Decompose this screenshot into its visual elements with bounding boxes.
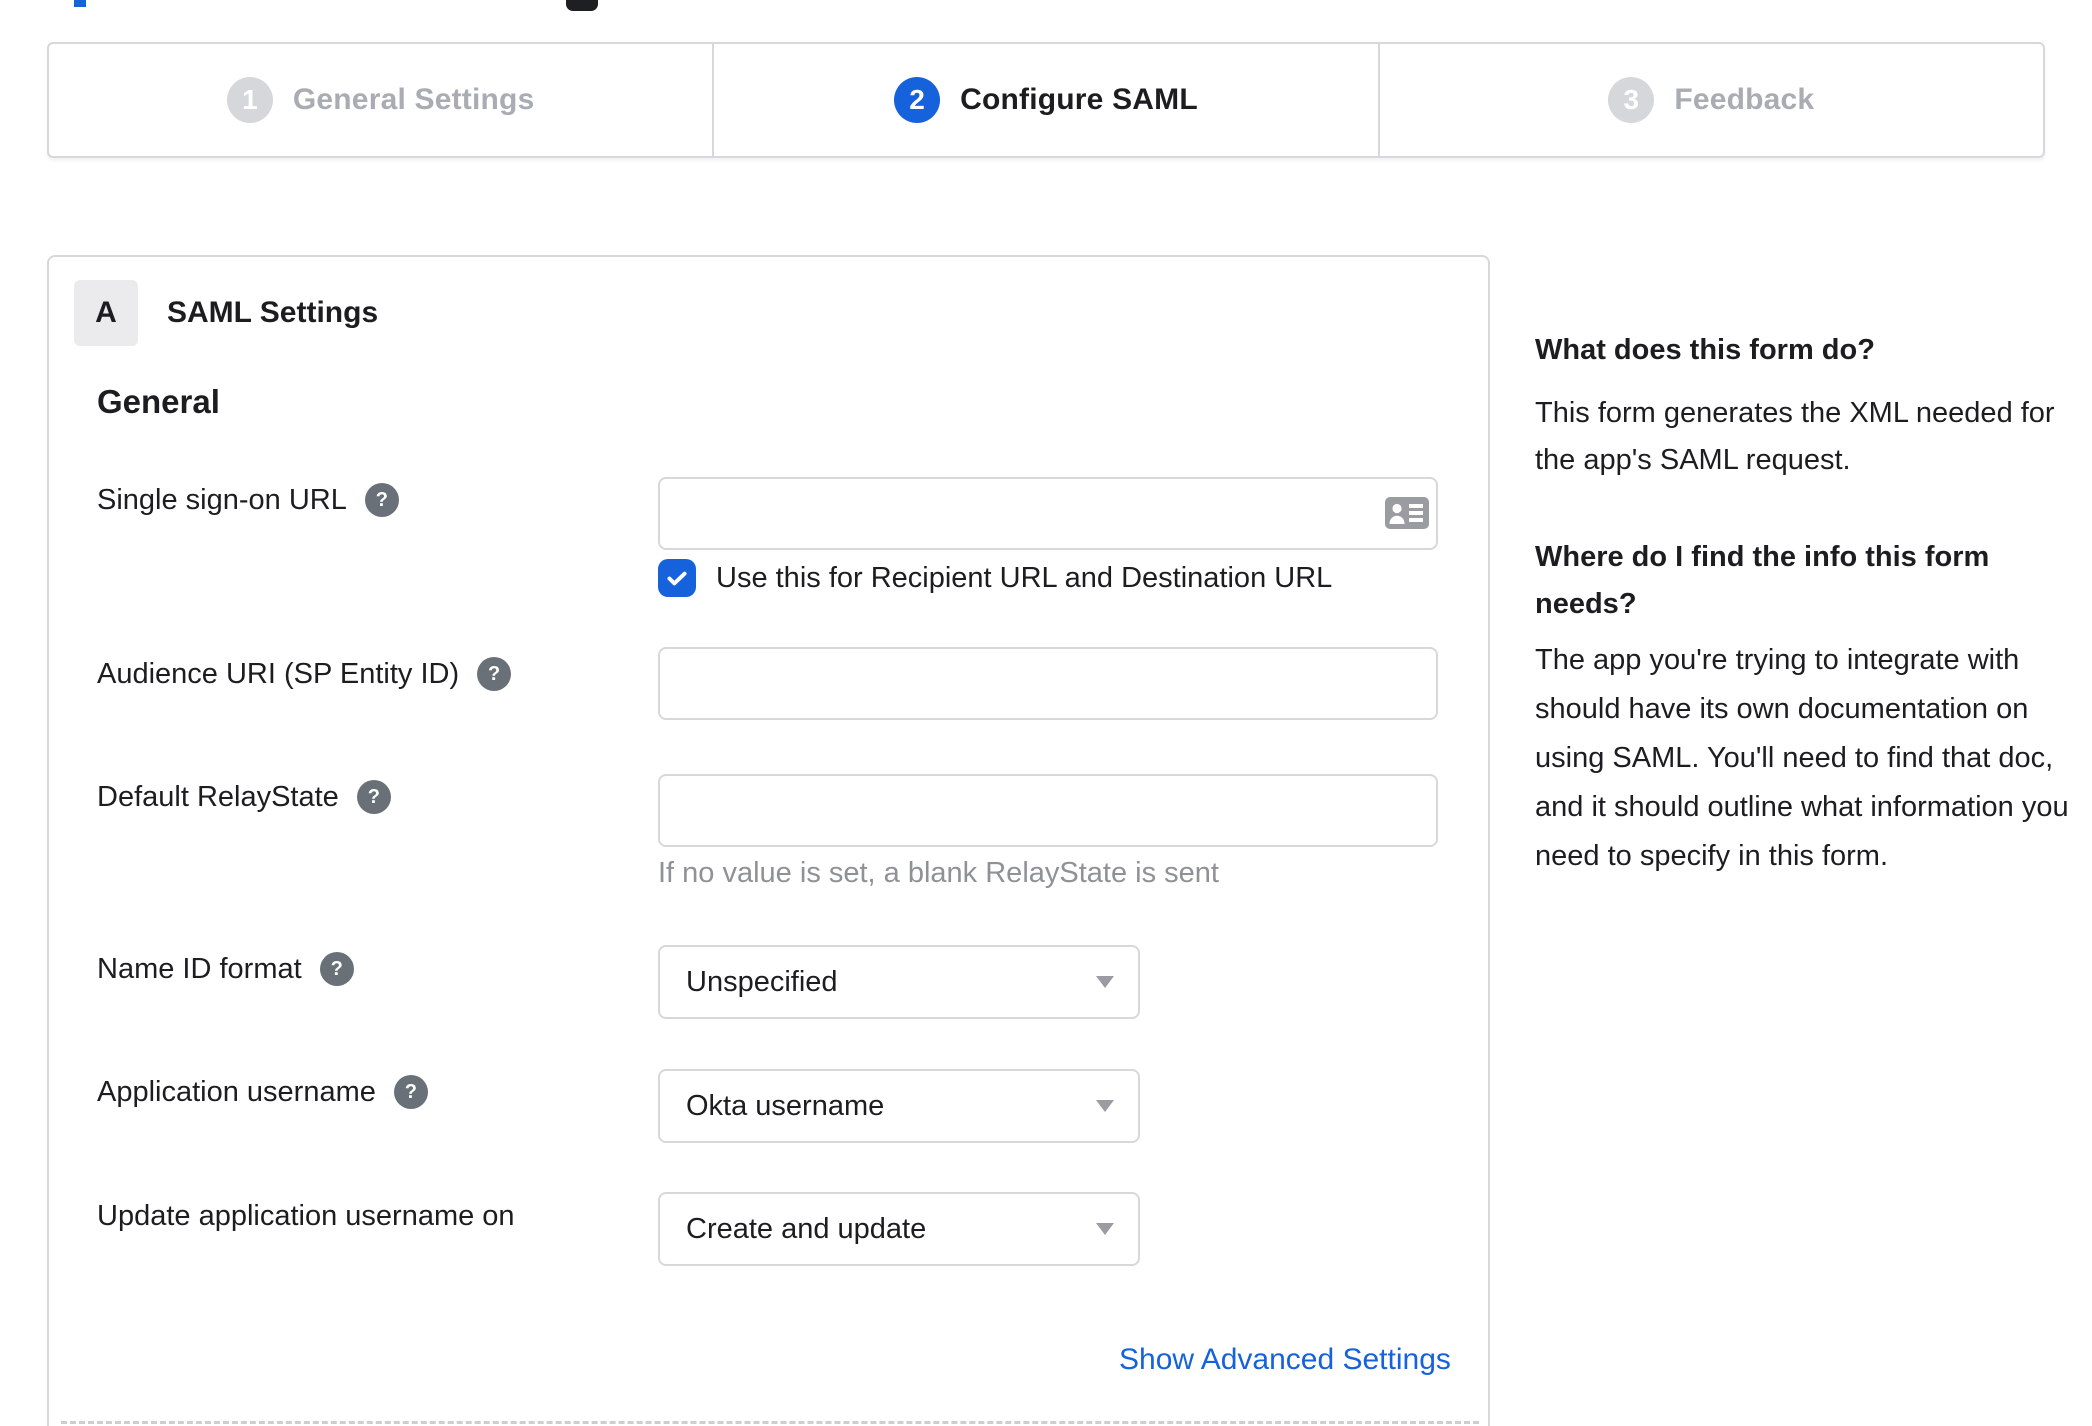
step-1-label: General Settings <box>292 83 535 116</box>
chevron-down-icon <box>1096 976 1114 988</box>
step-1-number-badge: 1 <box>226 77 273 123</box>
saml-configuration-screen: 1 General Settings 2 Configure SAML 3 Fe… <box>0 0 2092 1426</box>
step-general-settings[interactable]: 1 General Settings <box>49 44 712 156</box>
name-id-format-label: Name ID format ? <box>97 949 354 989</box>
audience-uri-label: Audience URI (SP Entity ID) ? <box>97 654 512 694</box>
single-sign-on-url-label: Single sign-on URL ? <box>97 480 399 520</box>
name-id-format-select[interactable]: Unspecified <box>658 945 1140 1019</box>
section-a-badge: A <box>74 280 138 346</box>
panel-title: SAML Settings <box>167 296 379 329</box>
wizard-stepper: 1 General Settings 2 Configure SAML 3 Fe… <box>47 42 2045 158</box>
step-configure-saml[interactable]: 2 Configure SAML <box>712 44 1377 156</box>
update-username-on-value: Create and update <box>686 1212 927 1245</box>
update-username-on-label: Update application username on <box>97 1199 515 1232</box>
relaystate-hint: If no value is set, a blank RelayState i… <box>658 857 1219 889</box>
sidebar-paragraph-what: This form generates the XML needed for t… <box>1535 397 2055 476</box>
help-icon[interactable]: ? <box>477 657 512 691</box>
step-3-number-badge: 3 <box>1608 77 1655 123</box>
step-3-label: Feedback <box>1674 83 1815 116</box>
application-username-select[interactable]: Okta username <box>658 1069 1140 1143</box>
single-sign-on-url-input[interactable] <box>658 477 1438 550</box>
show-advanced-settings-link[interactable]: Show Advanced Settings <box>1119 1343 1451 1377</box>
recipient-destination-checkbox[interactable] <box>658 559 696 597</box>
sidebar-heading-where: Where do I find the info this form needs… <box>1535 541 1990 620</box>
default-relaystate-label: Default RelayState ? <box>97 777 391 817</box>
application-username-label: Application username ? <box>97 1072 428 1112</box>
clipped-page-title-accent <box>74 0 86 7</box>
audience-uri-input[interactable] <box>658 647 1438 720</box>
sidebar-paragraph-where: The app you're trying to integrate with … <box>1535 644 2069 872</box>
step-2-label: Configure SAML <box>960 83 1198 116</box>
sidebar-heading-what: What does this form do? <box>1535 334 1875 366</box>
clipped-header-logo <box>566 0 598 11</box>
checkmark-icon <box>667 571 687 586</box>
saml-settings-panel: A SAML Settings General Single sign-on U… <box>47 255 1490 1426</box>
name-id-format-value: Unspecified <box>686 965 838 998</box>
help-sidebar: What does this form do? This form genera… <box>1535 330 2080 881</box>
help-icon[interactable]: ? <box>356 780 391 814</box>
default-relaystate-input[interactable] <box>658 774 1438 847</box>
chevron-down-icon <box>1096 1223 1114 1235</box>
recipient-destination-checkbox-label: Use this for Recipient URL and Destinati… <box>716 561 1333 594</box>
step-2-number-badge: 2 <box>894 77 941 123</box>
general-section-heading: General <box>97 383 220 420</box>
section-divider <box>61 1421 1479 1424</box>
chevron-down-icon <box>1096 1100 1114 1112</box>
help-icon[interactable]: ? <box>364 483 399 517</box>
help-icon[interactable]: ? <box>319 952 354 986</box>
application-username-value: Okta username <box>686 1089 885 1122</box>
update-username-on-select[interactable]: Create and update <box>658 1192 1140 1266</box>
help-icon[interactable]: ? <box>393 1075 428 1109</box>
step-feedback[interactable]: 3 Feedback <box>1377 44 2043 156</box>
